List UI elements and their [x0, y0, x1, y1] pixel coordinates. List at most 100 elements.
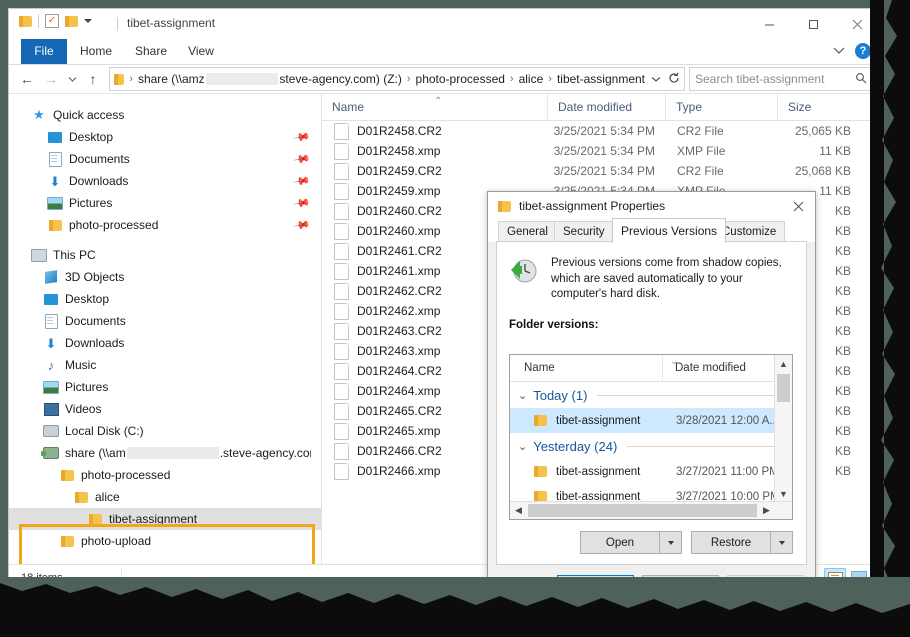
sidebar-item-desktop[interactable]: Desktop 📌	[9, 126, 321, 148]
sidebar-item-downloads[interactable]: ⬇ Downloads 📌	[9, 170, 321, 192]
sidebar-item-downloads-pc[interactable]: ⬇ Downloads	[9, 332, 321, 354]
quick-access-toolbar: ✓	[19, 14, 92, 28]
scroll-down-icon[interactable]: ▼	[775, 485, 792, 502]
folder-icon	[87, 511, 103, 527]
file-icon	[334, 462, 349, 480]
file-icon	[334, 242, 349, 260]
tab-home[interactable]: Home	[71, 39, 121, 64]
breadcrumb-alice[interactable]: alice	[519, 72, 544, 86]
file-icon	[334, 342, 349, 360]
sidebar-item-music[interactable]: ♪ Music	[9, 354, 321, 376]
sidebar-item-tibet-assignment[interactable]: tibet-assignment	[9, 508, 321, 530]
sidebar-item-share-photo-processed[interactable]: photo-processed	[9, 464, 321, 486]
tab-security[interactable]: Security	[554, 221, 614, 243]
chevron-down-icon[interactable]: ⌄	[518, 440, 527, 453]
ok-button[interactable]: OK	[557, 575, 634, 600]
column-header-size[interactable]: Size	[777, 94, 857, 120]
file-type: CR2 File	[677, 164, 724, 178]
pin-icon[interactable]: 📌	[293, 172, 312, 191]
tab-previous-versions[interactable]: Previous Versions	[612, 218, 727, 243]
divider	[121, 569, 122, 586]
sidebar-item-local-disk-c[interactable]: Local Disk (C:)	[9, 420, 321, 442]
tab-view[interactable]: View	[179, 39, 223, 64]
close-icon[interactable]	[781, 192, 815, 220]
recent-locations-icon[interactable]	[63, 67, 81, 91]
scroll-left-icon[interactable]: ◀	[510, 502, 527, 519]
search-icon[interactable]	[855, 72, 867, 87]
column-header-row: Name Date modified Type Size ⌃	[322, 94, 879, 121]
search-placeholder: Search tibet-assignment	[695, 72, 825, 86]
breadcrumb-tibet-assignment[interactable]: tibet-assignment	[557, 72, 645, 86]
open-dropdown-icon[interactable]	[660, 531, 682, 554]
checkbox-icon[interactable]: ✓	[45, 14, 59, 28]
vertical-scrollbar[interactable]: ▲ ▼	[774, 355, 792, 502]
version-list-item[interactable]: tibet-assignment 3/28/2021 12:00 A...	[510, 408, 792, 433]
table-row[interactable]: D01R2458.xmp 3/25/2021 5:34 PM XMP File 11 …	[322, 141, 879, 161]
tab-file[interactable]: File	[21, 39, 67, 64]
scroll-up-icon[interactable]: ▲	[775, 355, 792, 372]
breadcrumb-photo-processed[interactable]: photo-processed	[416, 72, 505, 86]
pin-icon[interactable]: 📌	[293, 216, 312, 235]
sidebar-item-alice[interactable]: alice	[9, 486, 321, 508]
sidebar-item-videos[interactable]: Videos	[9, 398, 321, 420]
restore-button[interactable]: Restore	[691, 531, 771, 554]
chevron-down-icon[interactable]	[833, 42, 845, 60]
column-header-date-modified[interactable]: Date modified	[547, 94, 665, 120]
breadcrumb-share[interactable]: share (\\amz	[138, 72, 205, 86]
sidebar-item-share-drive[interactable]: share (\\am .steve-agency.com) (Z:)	[9, 442, 321, 464]
folder-icon[interactable]	[19, 15, 32, 27]
close-icon[interactable]	[835, 9, 879, 39]
pin-icon[interactable]: 📌	[293, 128, 312, 147]
sidebar-item-pictures[interactable]: Pictures 📌	[9, 192, 321, 214]
tab-general[interactable]: General	[498, 221, 557, 243]
folder-icon[interactable]	[65, 15, 78, 27]
scrollbar-thumb[interactable]	[528, 504, 757, 517]
sidebar-item-desktop-pc[interactable]: Desktop	[9, 288, 321, 310]
divider	[38, 14, 39, 28]
minimize-icon[interactable]	[747, 9, 791, 39]
back-arrow-icon[interactable]: ←	[15, 67, 39, 91]
scrollbar-thumb[interactable]	[777, 374, 790, 402]
column-header-type[interactable]: Type	[665, 94, 777, 120]
version-group-header[interactable]: ⌄ Yesterday (24)	[510, 433, 792, 459]
up-arrow-icon[interactable]: ↑	[81, 67, 105, 91]
version-group-header[interactable]: ⌄ Today (1)	[510, 382, 792, 408]
listbox-column-name[interactable]: Name	[510, 362, 662, 374]
open-split-button[interactable]: Open	[580, 531, 682, 554]
breadcrumb-share-suffix[interactable]: steve-agency.com) (Z:)	[279, 72, 401, 86]
sidebar-item-3d-objects[interactable]: 3D Objects	[9, 266, 321, 288]
sidebar-item-documents[interactable]: Documents 📌	[9, 148, 321, 170]
cancel-button[interactable]: Cancel	[642, 575, 719, 600]
chevron-down-icon[interactable]: ⌄	[518, 389, 527, 402]
details-view-icon[interactable]	[824, 568, 846, 589]
maximize-icon[interactable]	[791, 9, 835, 39]
table-row[interactable]: D01R2458.CR2 3/25/2021 5:34 PM CR2 File 25,…	[322, 121, 879, 141]
sidebar-item-quick-access[interactable]: ★ Quick access	[9, 104, 321, 126]
chevron-down-icon[interactable]	[651, 72, 661, 86]
tab-share[interactable]: Share	[127, 39, 175, 64]
horizontal-scrollbar[interactable]: ◀ ▶	[510, 501, 792, 519]
title-bar: ✓ tibet-assignment	[9, 9, 879, 39]
dropdown-caret-icon[interactable]	[84, 19, 92, 23]
restore-dropdown-icon[interactable]	[771, 531, 793, 554]
forward-arrow-icon[interactable]: →	[39, 67, 63, 91]
search-input[interactable]: Search tibet-assignment	[689, 67, 873, 91]
address-input[interactable]: › share (\\amz steve-agency.com) (Z:) › p…	[109, 67, 685, 91]
restore-split-button[interactable]: Restore	[691, 531, 793, 554]
large-icons-view-icon[interactable]	[849, 568, 869, 587]
sidebar-item-documents-pc[interactable]: Documents	[9, 310, 321, 332]
breadcrumb-separator: ›	[548, 73, 552, 85]
sidebar-item-pictures-pc[interactable]: Pictures	[9, 376, 321, 398]
version-list-item[interactable]: tibet-assignment 3/27/2021 11:00 PM	[510, 459, 792, 484]
scroll-right-icon[interactable]: ▶	[758, 502, 775, 519]
sidebar-item-photo-upload[interactable]: photo-upload	[9, 530, 321, 552]
sidebar-item-this-pc[interactable]: This PC	[9, 244, 321, 266]
open-button[interactable]: Open	[580, 531, 660, 554]
pin-icon[interactable]: 📌	[293, 150, 312, 169]
refresh-icon[interactable]	[668, 72, 680, 87]
apply-button[interactable]: Apply	[727, 575, 804, 600]
help-icon[interactable]: ?	[855, 43, 871, 59]
pin-icon[interactable]: 📌	[293, 194, 312, 213]
sidebar-item-photo-processed[interactable]: photo-processed 📌	[9, 214, 321, 236]
table-row[interactable]: D01R2459.CR2 3/25/2021 5:34 PM CR2 File 25,…	[322, 161, 879, 181]
